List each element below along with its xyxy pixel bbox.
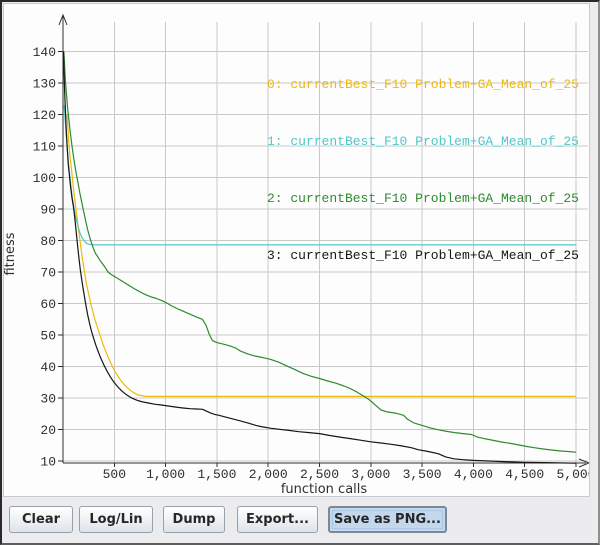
plot-window: 10 20 30 40 50 60 70 80 90 100 110 120 130 140 500 1,00… (0, 0, 600, 545)
svg-text:3,500: 3,500 (403, 467, 442, 482)
svg-text:1,000: 1,000 (146, 467, 185, 482)
svg-text:10: 10 (40, 455, 56, 470)
save-as-png-button[interactable]: Save as PNG... (328, 506, 447, 533)
svg-text:50: 50 (40, 329, 56, 344)
svg-text:90: 90 (40, 203, 56, 218)
svg-text:function calls: function calls (281, 482, 368, 496)
svg-text:80: 80 (40, 234, 56, 249)
svg-text:3,000: 3,000 (351, 467, 390, 482)
svg-text:130: 130 (33, 77, 56, 92)
svg-text:120: 120 (33, 108, 56, 123)
svg-text:20: 20 (40, 423, 56, 438)
svg-text:500: 500 (103, 467, 126, 482)
legend-item-3: 3: currentBest_F10 Problem+GA_Mean_of_25 (267, 246, 579, 265)
legend-item-0: 0: currentBest_F10 Problem+GA_Mean_of_25 (267, 75, 579, 94)
legend-item-1: 1: currentBest_F10 Problem+GA_Mean_of_25 (267, 132, 579, 151)
svg-text:30: 30 (40, 392, 56, 407)
svg-text:4,500: 4,500 (505, 467, 544, 482)
svg-text:5,000: 5,000 (556, 467, 589, 482)
svg-text:110: 110 (33, 140, 56, 155)
svg-text:60: 60 (40, 297, 56, 312)
svg-text:1,500: 1,500 (197, 467, 236, 482)
svg-text:40: 40 (40, 360, 56, 375)
fitness-plot-panel: 10 20 30 40 50 60 70 80 90 100 110 120 130 140 500 1,00… (3, 3, 590, 497)
svg-text:2,500: 2,500 (300, 467, 339, 482)
svg-text:fitness: fitness (4, 232, 18, 275)
legend-item-2: 2: currentBest_F10 Problem+GA_Mean_of_25 (267, 189, 579, 208)
svg-text:70: 70 (40, 266, 56, 281)
button-bar: Clear Log/Lin Dump Export... Save as PNG… (2, 506, 598, 543)
svg-text:4,000: 4,000 (454, 467, 493, 482)
export-button[interactable]: Export... (237, 506, 318, 533)
save-as-png-label: Save as PNG... (334, 512, 441, 527)
svg-text:140: 140 (33, 45, 56, 60)
log-lin-button[interactable]: Log/Lin (79, 506, 153, 533)
svg-text:100: 100 (33, 171, 56, 186)
clear-button[interactable]: Clear (9, 506, 73, 533)
chart-legend: 0: currentBest_F10 Problem+GA_Mean_of_25… (267, 37, 579, 303)
svg-text:2,000: 2,000 (249, 467, 288, 482)
dump-button[interactable]: Dump (163, 506, 225, 533)
